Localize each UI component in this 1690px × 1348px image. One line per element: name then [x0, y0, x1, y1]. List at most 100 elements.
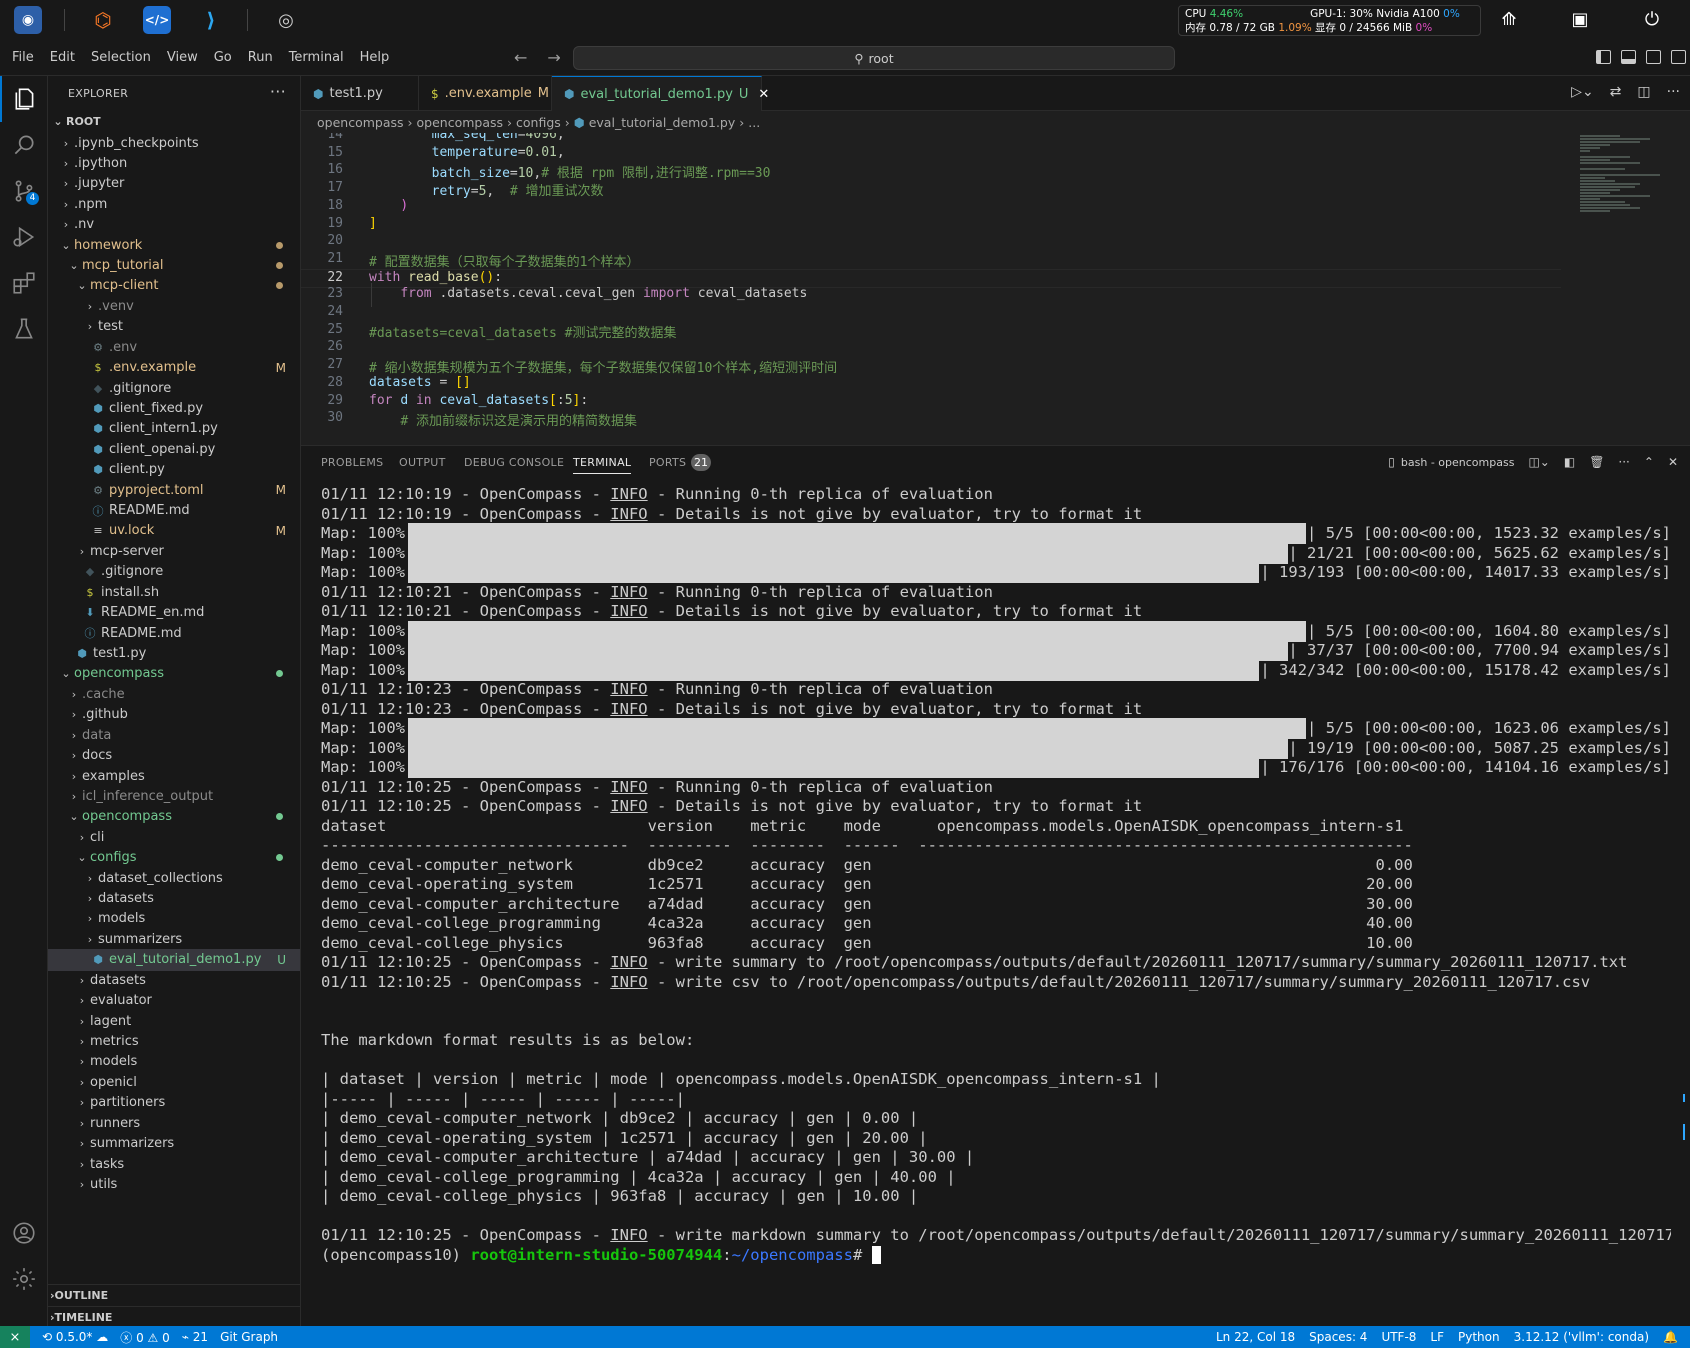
terminal-output[interactable]: 01/11 12:10:19 - OpenCompass - INFO - Ru…: [321, 484, 1671, 1327]
folder-item[interactable]: ⌄ opencompass: [48, 806, 300, 828]
code-line[interactable]: 15 temperature=0.01,: [301, 145, 1561, 164]
breadcrumb-item[interactable]: ...: [748, 115, 760, 130]
folder-item[interactable]: › data: [48, 724, 300, 746]
menu-selection[interactable]: Selection: [83, 50, 159, 65]
tensorflow-icon[interactable]: ⟰: [1497, 8, 1521, 32]
file-item[interactable]: $ install.sh: [48, 581, 300, 603]
folder-item[interactable]: › icl_inference_output: [48, 785, 300, 807]
folder-item[interactable]: ⌄ mcp-client: [48, 275, 300, 297]
tab-env-example[interactable]: $ .env.example M: [419, 76, 552, 111]
back-arrow-icon[interactable]: ←: [514, 48, 527, 67]
folder-item[interactable]: › metrics: [48, 1030, 300, 1052]
file-item[interactable]: ⚙ .env: [48, 336, 300, 358]
tab-problems[interactable]: PROBLEMS: [321, 456, 383, 469]
search-icon[interactable]: [0, 122, 48, 168]
split-terminal-icon[interactable]: ◧: [1564, 455, 1575, 469]
toggle-secondary-sidebar-icon[interactable]: [1646, 50, 1661, 64]
code-line[interactable]: 28 datasets = []: [301, 375, 1561, 394]
breadcrumb-item[interactable]: eval_tutorial_demo1.py: [589, 115, 736, 130]
more-actions-icon[interactable]: ···: [1667, 84, 1680, 100]
file-item[interactable]: ⚙ pyproject.toml M: [48, 479, 300, 501]
kill-terminal-icon[interactable]: 🗑: [1589, 455, 1604, 469]
explorer-icon[interactable]: [0, 76, 48, 122]
tab-terminal[interactable]: TERMINAL: [573, 456, 632, 474]
timeline-section[interactable]: › TIMELINE: [48, 1306, 300, 1328]
terminal-scrollbar[interactable]: [1680, 484, 1690, 1327]
code-line[interactable]: 21 # 配置数据集（只取每个子数据集的1个样本）: [301, 251, 1561, 270]
menu-view[interactable]: View: [159, 50, 206, 65]
folder-item[interactable]: ⌄ configs: [48, 847, 300, 869]
power-icon[interactable]: ⏻: [1640, 8, 1664, 32]
breadcrumb-item[interactable]: configs: [516, 115, 561, 130]
code-line[interactable]: 18 ): [301, 198, 1561, 217]
breadcrumb-item[interactable]: opencompass: [417, 115, 504, 130]
remote-desktop-icon[interactable]: ▣: [1568, 8, 1592, 32]
folder-item[interactable]: › docs: [48, 745, 300, 767]
account-icon[interactable]: [0, 1210, 48, 1256]
toggle-panel-icon[interactable]: [1621, 50, 1636, 64]
outline-section[interactable]: › OUTLINE: [48, 1284, 300, 1306]
folder-item[interactable]: › tasks: [48, 1153, 300, 1175]
folder-item[interactable]: › utils: [48, 1173, 300, 1195]
code-line[interactable]: 27 # 缩小数据集规模为五个子数据集，每个子数据集仅保留10个样本,缩短测评时间: [301, 357, 1561, 376]
file-item[interactable]: ⬢ client_intern1.py: [48, 418, 300, 440]
menu-edit[interactable]: Edit: [42, 50, 83, 65]
more-actions-icon[interactable]: ···: [1618, 455, 1629, 469]
version-status[interactable]: ⟲ 0.5.0* ☁: [42, 1330, 108, 1344]
toggle-sidebar-icon[interactable]: [1596, 50, 1611, 64]
tab-debug-console[interactable]: DEBUG CONSOLE: [464, 456, 564, 469]
menu-file[interactable]: File: [4, 50, 42, 65]
app-mascot-icon[interactable]: ◉: [14, 6, 42, 34]
code-line[interactable]: 30 # 添加前缀标识这是演示用的精简数据集: [301, 410, 1561, 429]
git-graph-button[interactable]: Git Graph: [220, 1330, 278, 1344]
code-editor[interactable]: 14 max_seq_len=4096, 15 temperature=0.01,…: [301, 133, 1690, 445]
split-editor-icon[interactable]: ◫: [1637, 84, 1650, 100]
folder-item[interactable]: › .npm: [48, 193, 300, 215]
breadcrumb-item[interactable]: opencompass: [317, 115, 404, 130]
menu-help[interactable]: Help: [352, 50, 398, 65]
code-line[interactable]: 19]: [301, 216, 1561, 235]
cursor-position[interactable]: Ln 22, Col 18: [1216, 1330, 1295, 1344]
language-mode[interactable]: Python: [1458, 1330, 1500, 1344]
file-item[interactable]: ◆ .gitignore: [48, 377, 300, 399]
run-file-icon[interactable]: ▷⌄: [1571, 84, 1594, 100]
folder-item[interactable]: ⌄ opencompass: [48, 663, 300, 685]
code-line[interactable]: 17 retry=5, # 增加重试次数: [301, 180, 1561, 199]
file-item[interactable]: $ .env.example M: [48, 357, 300, 379]
file-item[interactable]: ◆ .gitignore: [48, 561, 300, 583]
minimap[interactable]: [1574, 133, 1686, 445]
tab-test1[interactable]: ⬢ test1.py: [301, 76, 419, 111]
folder-item[interactable]: › .venv: [48, 295, 300, 317]
folder-item[interactable]: › cli: [48, 826, 300, 848]
forward-arrow-icon[interactable]: →: [547, 48, 560, 67]
file-item[interactable]: ⬢ client_openai.py: [48, 438, 300, 460]
folder-item[interactable]: ⌄ mcp_tutorial: [48, 255, 300, 277]
close-panel-icon[interactable]: ✕: [1668, 455, 1678, 469]
remote-indicator-icon[interactable]: ⨯: [0, 1326, 30, 1348]
settings-gear-icon[interactable]: [0, 1256, 48, 1302]
close-tab-icon[interactable]: ✕: [758, 87, 769, 102]
code-line[interactable]: 24: [301, 304, 1561, 323]
run-debug-icon[interactable]: [0, 214, 48, 260]
folder-item[interactable]: › test: [48, 316, 300, 338]
line-ending[interactable]: LF: [1430, 1330, 1444, 1344]
file-item[interactable]: ⓘ README.md: [48, 500, 300, 522]
folder-item[interactable]: ⌄ homework: [48, 234, 300, 256]
jupyter-icon[interactable]: ⌬: [89, 6, 117, 34]
folder-item[interactable]: › .ipython: [48, 152, 300, 174]
code-line[interactable]: 23 from .datasets.ceval.ceval_gen import…: [301, 286, 1561, 305]
code-line[interactable]: 20: [301, 233, 1561, 252]
folder-item[interactable]: › datasets: [48, 969, 300, 991]
command-center[interactable]: ⚲ root: [573, 46, 1175, 70]
folder-item[interactable]: › models: [48, 1051, 300, 1073]
file-item[interactable]: ⬇ README_en.md: [48, 602, 300, 624]
file-item[interactable]: ⬢ test1.py: [48, 643, 300, 665]
folder-item[interactable]: › mcp-server: [48, 540, 300, 562]
encoding[interactable]: UTF-8: [1381, 1330, 1416, 1344]
testing-icon[interactable]: [0, 306, 48, 352]
folder-item[interactable]: › openicl: [48, 1071, 300, 1093]
tab-eval-tutorial-demo1[interactable]: ⬢ eval_tutorial_demo1.py U ✕: [552, 76, 769, 111]
file-item[interactable]: ⬢ eval_tutorial_demo1.py U: [48, 948, 300, 971]
tab-output[interactable]: OUTPUT: [399, 456, 446, 469]
folder-item[interactable]: › evaluator: [48, 990, 300, 1012]
